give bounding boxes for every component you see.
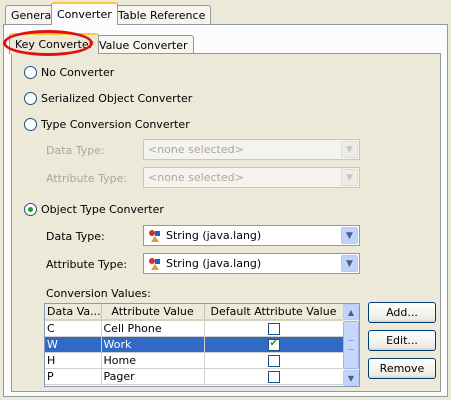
- radio-type-conversion-label: Type Conversion Converter: [41, 118, 190, 131]
- table-header-row: Data Va... Attribute Value Default Attri…: [45, 304, 344, 321]
- cell-data-value[interactable]: W: [45, 336, 102, 353]
- cell-data-value[interactable]: H: [45, 352, 102, 369]
- default-checkbox-checked[interactable]: [267, 338, 280, 351]
- cell-default[interactable]: [204, 336, 344, 353]
- type-conversion-attribute-type-label: Attribute Type:: [46, 172, 128, 185]
- cell-attribute-value[interactable]: Work: [101, 336, 205, 353]
- default-checkbox[interactable]: [267, 354, 280, 367]
- chevron-down-icon[interactable]: ▼: [341, 227, 358, 244]
- cell-attribute-value[interactable]: Cell Phone: [101, 320, 205, 337]
- type-conversion-data-type-label: Data Type:: [46, 144, 105, 157]
- radio-serialized-label: Serialized Object Converter: [41, 92, 193, 105]
- object-type-attribute-type-label: Attribute Type:: [46, 258, 128, 271]
- radio-button-checked[interactable]: [24, 203, 37, 216]
- cell-default[interactable]: [204, 320, 344, 337]
- chevron-down-icon[interactable]: ▼: [341, 255, 358, 272]
- cell-attribute-value[interactable]: Pager: [101, 368, 205, 385]
- combo-value: <none selected>: [148, 143, 244, 156]
- cell-data-value[interactable]: C: [45, 320, 102, 337]
- radio-object-type-label: Object Type Converter: [41, 203, 164, 216]
- tab-general-label: General: [11, 9, 55, 22]
- table-scrollbar[interactable]: ▲ ▼: [343, 304, 359, 386]
- cell-default[interactable]: [204, 352, 344, 369]
- radio-object-type-converter[interactable]: Object Type Converter: [24, 203, 164, 216]
- default-checkbox[interactable]: [267, 370, 280, 383]
- conversion-values-label: Conversion Values:: [46, 287, 151, 300]
- table-row-selected[interactable]: W Work: [45, 336, 344, 353]
- java-class-icon: [148, 257, 162, 271]
- scroll-thumb[interactable]: [343, 321, 359, 369]
- cell-default[interactable]: [204, 368, 344, 385]
- table-row[interactable]: C Cell Phone: [45, 320, 344, 337]
- tab-table-reference-label: Table Reference: [118, 9, 206, 22]
- object-type-data-type-label: Data Type:: [46, 230, 105, 243]
- radio-no-converter[interactable]: No Converter: [24, 66, 114, 79]
- conversion-values-table[interactable]: Data Va... Attribute Value Default Attri…: [44, 303, 360, 387]
- object-type-attribute-type-select[interactable]: String (java.lang) ▼: [143, 253, 360, 274]
- object-type-data-type-select[interactable]: String (java.lang) ▼: [143, 225, 360, 246]
- java-class-icon: [148, 229, 162, 243]
- radio-no-converter-label: No Converter: [41, 66, 115, 79]
- tab-key-converter[interactable]: Key Converter: [9, 33, 100, 54]
- table-row[interactable]: H Home: [45, 352, 344, 369]
- add-button[interactable]: Add...: [368, 302, 436, 323]
- column-header-data-value[interactable]: Data Va...: [45, 304, 102, 321]
- column-header-default-attribute-value[interactable]: Default Attribute Value: [204, 304, 344, 321]
- combo-value: <none selected>: [148, 171, 244, 184]
- scroll-down-icon[interactable]: ▼: [343, 370, 359, 386]
- tab-converter[interactable]: Converter: [51, 2, 118, 25]
- radio-serialized-object-converter[interactable]: Serialized Object Converter: [24, 92, 192, 105]
- chevron-down-icon: ▼: [341, 141, 358, 158]
- tab-converter-label: Converter: [57, 8, 112, 21]
- remove-button[interactable]: Remove: [368, 358, 436, 379]
- tab-value-converter[interactable]: Value Converter: [93, 35, 194, 54]
- tab-table-reference[interactable]: Table Reference: [112, 5, 212, 24]
- tab-value-converter-label: Value Converter: [99, 39, 188, 52]
- combo-value: String (java.lang): [166, 257, 262, 270]
- chevron-down-icon: ▼: [341, 169, 358, 186]
- radio-button[interactable]: [24, 66, 37, 79]
- edit-button[interactable]: Edit...: [368, 330, 436, 351]
- radio-type-conversion-converter[interactable]: Type Conversion Converter: [24, 118, 190, 131]
- radio-button[interactable]: [24, 118, 37, 131]
- scroll-up-icon[interactable]: ▲: [343, 304, 359, 320]
- type-conversion-data-type-select: <none selected> ▼: [143, 139, 360, 160]
- combo-value: String (java.lang): [166, 229, 262, 242]
- column-header-attribute-value[interactable]: Attribute Value: [101, 304, 205, 321]
- cell-attribute-value[interactable]: Home: [101, 352, 205, 369]
- radio-button[interactable]: [24, 92, 37, 105]
- table-row[interactable]: P Pager: [45, 368, 344, 385]
- tab-key-converter-label: Key Converter: [15, 38, 94, 51]
- cell-data-value[interactable]: P: [45, 368, 102, 385]
- type-conversion-attribute-type-select: <none selected> ▼: [143, 167, 360, 188]
- default-checkbox[interactable]: [267, 322, 280, 335]
